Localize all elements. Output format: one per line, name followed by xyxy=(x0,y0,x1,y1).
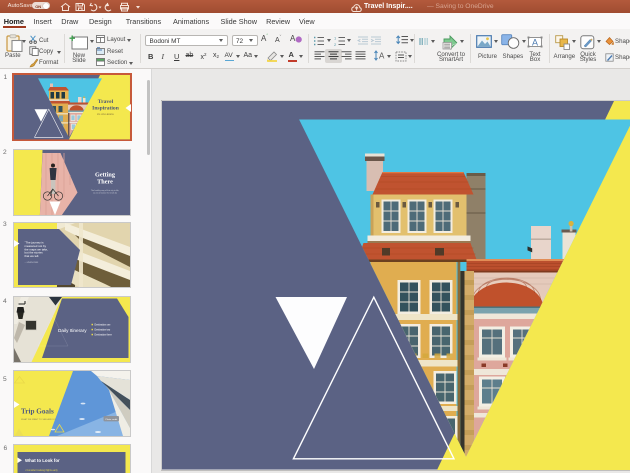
svg-text:Destination one: Destination one xyxy=(94,323,111,326)
svg-text:A: A xyxy=(379,52,385,61)
svg-text:What to Look for: What to Look for xyxy=(25,458,60,463)
svg-text:Destination two: Destination two xyxy=(94,328,110,331)
svg-text:• Consider booking flights ea: • Consider booking flights early xyxy=(25,469,58,472)
svg-text:Getting: Getting xyxy=(95,171,116,178)
svg-text:—UNKNOWN: —UNKNOWN xyxy=(24,262,38,264)
svg-text:2: 2 xyxy=(334,41,337,45)
svg-text:BY ANNA BURNS: BY ANNA BURNS xyxy=(97,113,115,116)
svg-text:WHAT WE WANT TO SEE AND DO: WHAT WE WANT TO SEE AND DO xyxy=(21,418,56,421)
svg-text:Photo credit: Photo credit xyxy=(105,418,117,421)
svg-text:Inspiration: Inspiration xyxy=(92,105,120,111)
svg-text:There: There xyxy=(97,178,113,185)
svg-text:Daily Itinerary: Daily Itinerary xyxy=(58,328,87,333)
svg-text:Travel: Travel xyxy=(97,99,113,105)
svg-text:Destination three: Destination three xyxy=(94,333,112,336)
svg-text:A: A xyxy=(532,37,538,47)
svg-text:1: 1 xyxy=(334,36,337,40)
svg-text:Trip Goals: Trip Goals xyxy=(21,408,54,416)
svg-text:The healthy way of this city t: The healthy way of this city to life, xyxy=(90,189,119,192)
svg-text:that we tell.: that we tell. xyxy=(24,254,39,258)
svg-text:so we all routes the tends do: so we all routes the tends do xyxy=(92,191,116,194)
